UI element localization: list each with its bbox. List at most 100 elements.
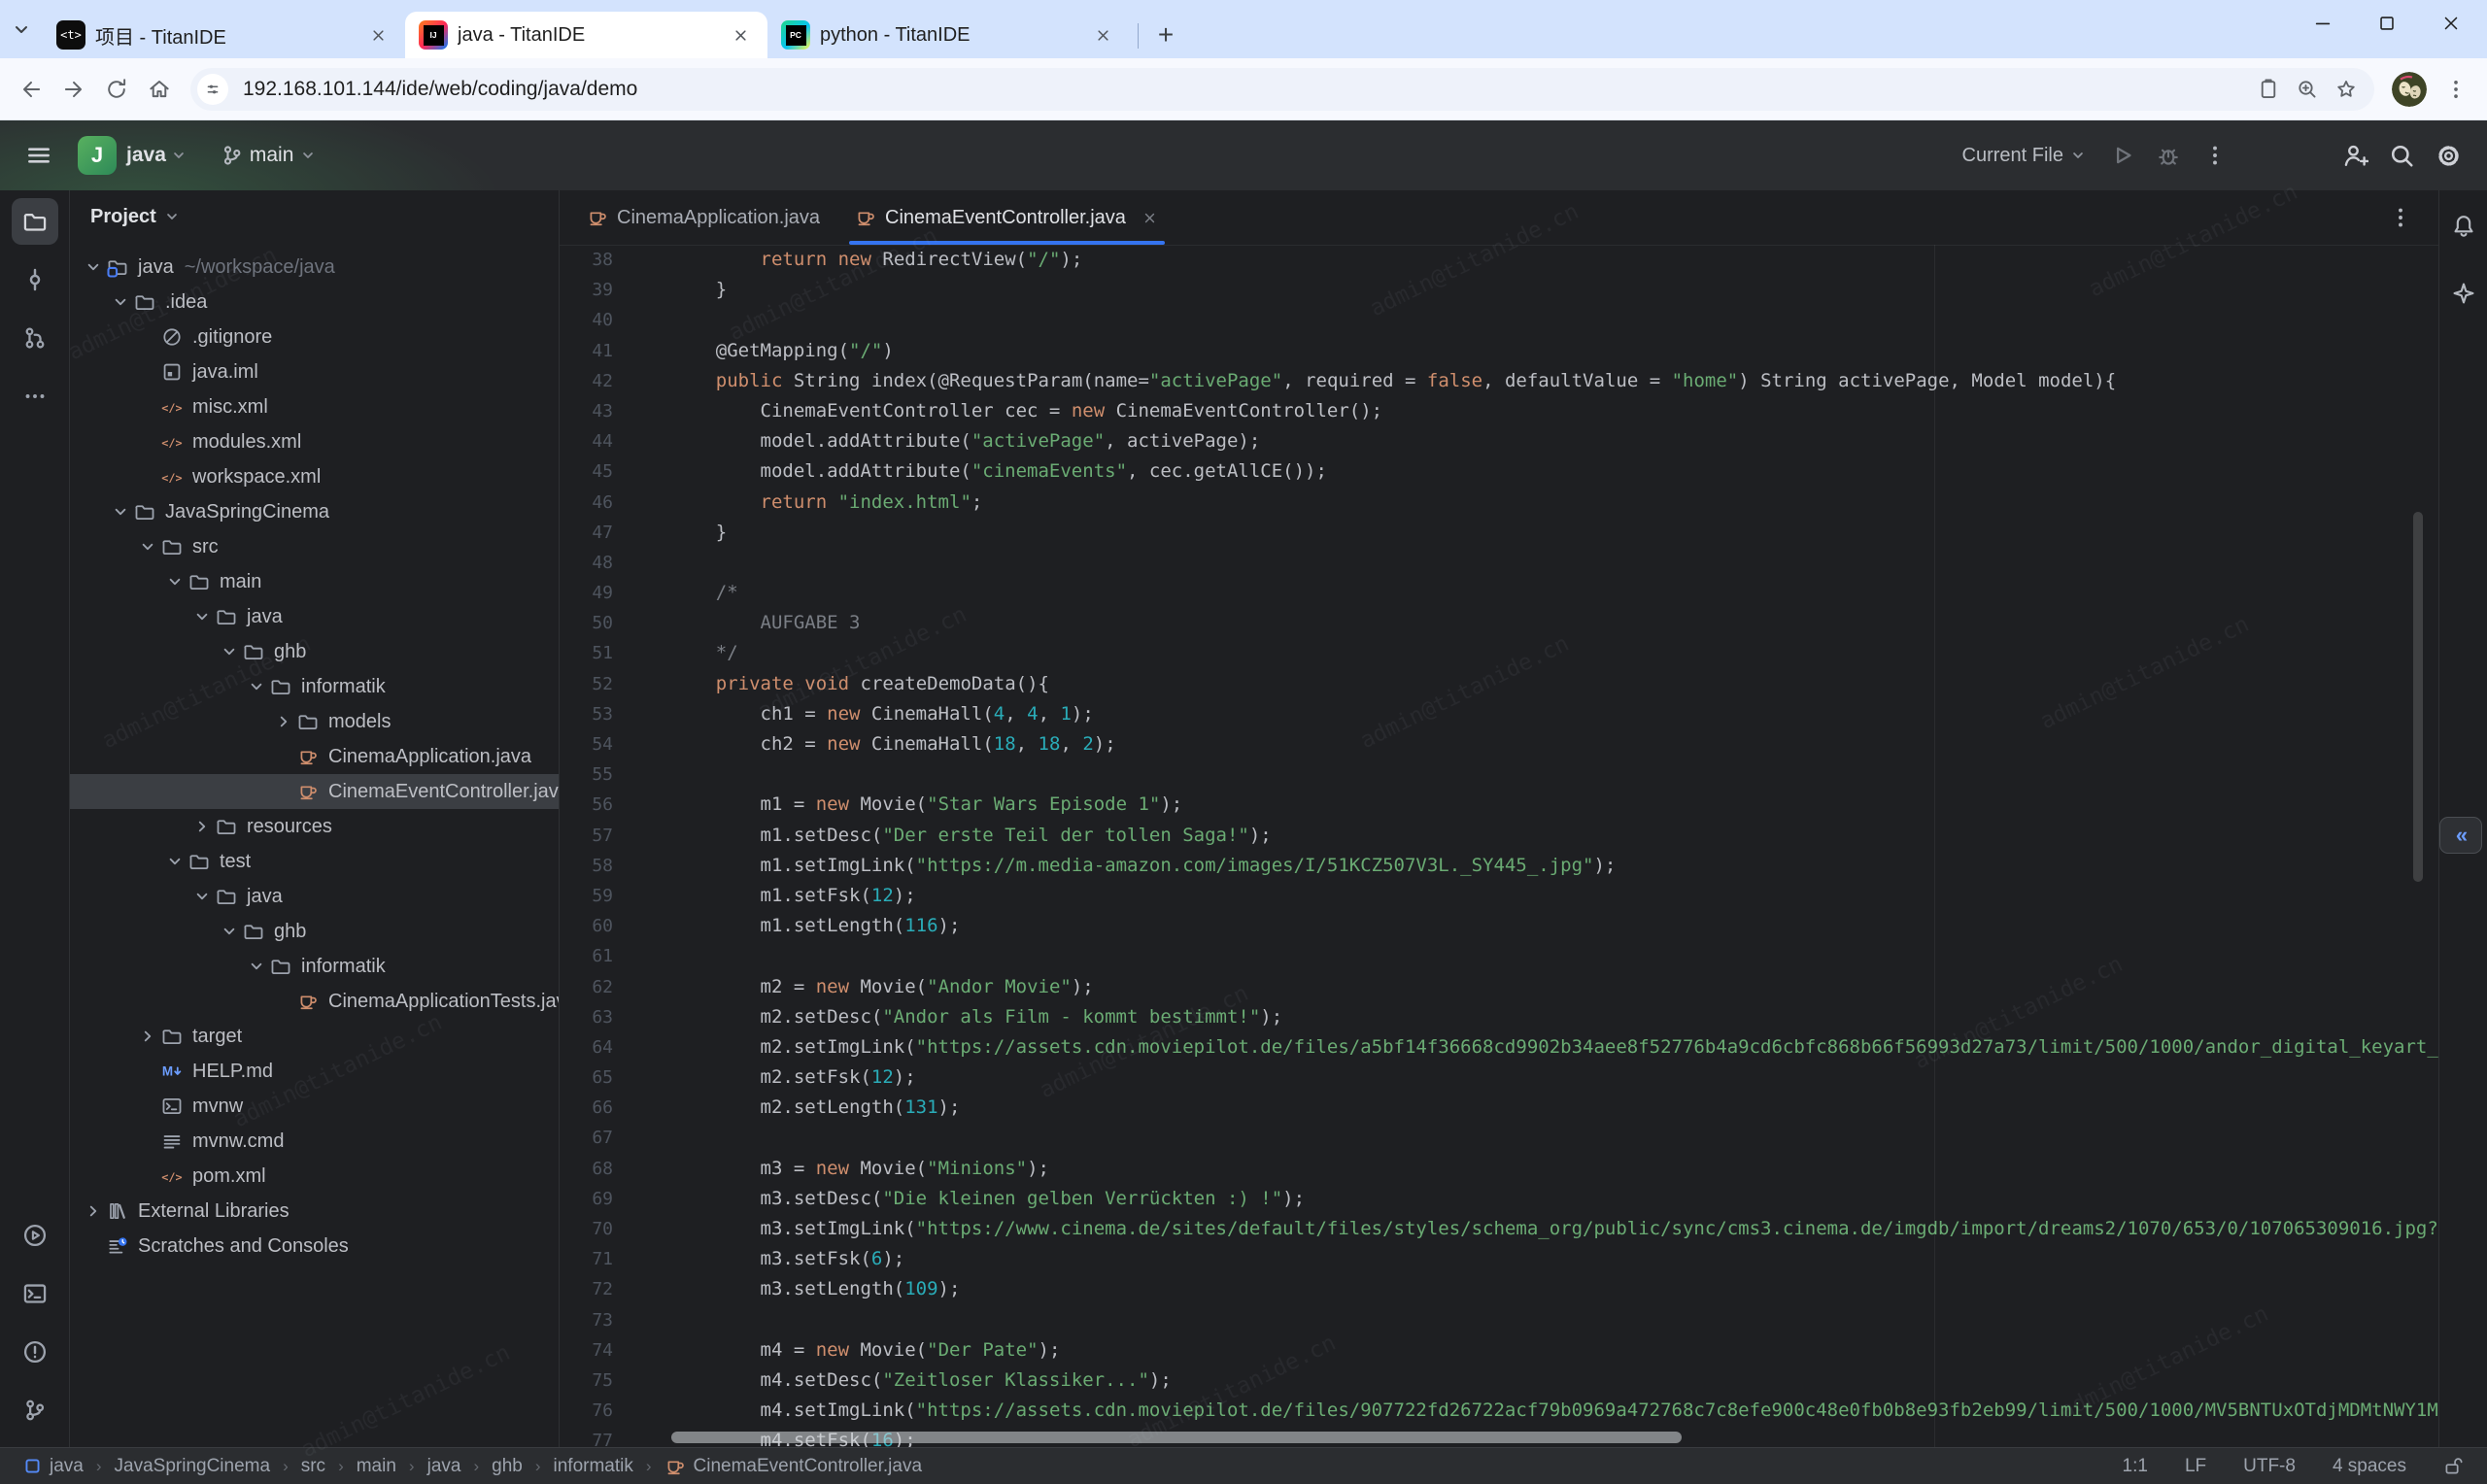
tree-item-java[interactable]: java [70, 599, 559, 634]
branch-widget[interactable]: main [221, 144, 318, 167]
window-maximize-button[interactable] [2376, 13, 2398, 34]
tree-chevron-icon[interactable] [188, 887, 215, 906]
indent-setting[interactable]: 4 spaces [2333, 1456, 2406, 1477]
tree-chevron-icon[interactable] [188, 607, 215, 626]
code-line-53[interactable]: 53 ch1 = new CinemaHall(4, 4, 1); [560, 699, 2438, 729]
code-line-63[interactable]: 63 m2.setDesc("Andor als Film - kommt be… [560, 1002, 2438, 1032]
code-line-64[interactable]: 64 m2.setImgLink("https://assets.cdn.mov… [560, 1032, 2438, 1062]
search-everywhere-icon[interactable] [2380, 134, 2423, 177]
tree-chevron-icon[interactable] [134, 1027, 160, 1046]
tree-item-modules.xml[interactable]: </>modules.xml [70, 424, 559, 459]
tree-item-java.iml[interactable]: java.iml [70, 354, 559, 389]
project-panel-title[interactable]: Project [90, 206, 156, 228]
breadcrumb-ghb[interactable]: ghb [492, 1456, 523, 1477]
code-line-55[interactable]: 55 [560, 759, 2438, 790]
services-tool-icon[interactable] [12, 1212, 58, 1259]
code-area[interactable]: 38 return new RedirectView("/");39 }4041… [560, 245, 2438, 1447]
unlocked-padlock-icon[interactable] [2443, 1456, 2464, 1476]
code-line-38[interactable]: 38 return new RedirectView("/"); [560, 245, 2438, 275]
tree-item-target[interactable]: target [70, 1019, 559, 1054]
breadcrumb-cinemaeventcontroller.java[interactable]: CinemaEventController.java [664, 1456, 923, 1477]
code-line-61[interactable]: 61 [560, 941, 2438, 971]
tree-item-java[interactable]: java~/workspace/java [70, 250, 559, 285]
breadcrumb-java[interactable]: java [427, 1456, 461, 1477]
window-close-button[interactable] [2440, 13, 2462, 34]
tree-chevron-icon[interactable] [243, 957, 269, 976]
tree-chevron-icon[interactable] [243, 677, 269, 696]
branch-name[interactable]: main [250, 144, 294, 167]
browser-menu-kebab-icon[interactable] [2435, 68, 2477, 111]
code-line-68[interactable]: 68 m3 = new Movie("Minions"); [560, 1154, 2438, 1184]
code-line-70[interactable]: 70 m3.setImgLink("https://www.cinema.de/… [560, 1214, 2438, 1244]
tree-item-mvnw.cmd[interactable]: mvnw.cmd [70, 1124, 559, 1159]
project-name[interactable]: java [126, 144, 166, 167]
profile-avatar[interactable] [2392, 72, 2427, 107]
version-control-tool-icon[interactable] [12, 1387, 58, 1433]
code-line-41[interactable]: 41 @GetMapping("/") [560, 336, 2438, 366]
code-line-44[interactable]: 44 model.addAttribute("activePage", acti… [560, 426, 2438, 456]
commit-tool-icon[interactable] [12, 256, 58, 303]
tree-item-java[interactable]: java [70, 879, 559, 914]
browser-tab-3[interactable]: PCpython - TitanIDE [767, 12, 1130, 58]
debug-button[interactable] [2147, 134, 2190, 177]
browser-tab-1[interactable]: <t>项目 - TitanIDE [43, 12, 405, 58]
problems-tool-icon[interactable] [12, 1329, 58, 1375]
bookmark-star-icon[interactable] [2334, 77, 2359, 102]
horizontal-scrollbar[interactable] [671, 1432, 1682, 1443]
breadcrumb-src[interactable]: src [301, 1456, 325, 1477]
breadcrumb-informatik[interactable]: informatik [554, 1456, 633, 1477]
code-line-52[interactable]: 52 private void createDemoData(){ [560, 669, 2438, 699]
code-line-51[interactable]: 51 */ [560, 638, 2438, 668]
tree-item-main[interactable]: main [70, 564, 559, 599]
pull-requests-tool-icon[interactable] [12, 315, 58, 361]
code-line-57[interactable]: 57 m1.setDesc("Der erste Teil der tollen… [560, 821, 2438, 851]
tree-item-ghb[interactable]: ghb [70, 914, 559, 949]
code-line-43[interactable]: 43 CinemaEventController cec = new Cinem… [560, 396, 2438, 426]
code-line-39[interactable]: 39 } [560, 275, 2438, 305]
tree-item-informatik[interactable]: informatik [70, 949, 559, 984]
breadcrumb-main[interactable]: main [357, 1456, 396, 1477]
editor-tab-options-kebab-icon[interactable] [2388, 205, 2413, 230]
code-line-72[interactable]: 72 m3.setLength(109); [560, 1274, 2438, 1304]
site-settings-icon[interactable] [197, 74, 228, 105]
tree-item-ghb[interactable]: ghb [70, 634, 559, 669]
breadcrumb-java[interactable]: java [23, 1456, 84, 1477]
code-line-56[interactable]: 56 m1 = new Movie("Star Wars Episode 1")… [560, 790, 2438, 820]
editor-tab-2[interactable]: CinemaEventController.java [837, 190, 1176, 245]
tab-close-icon[interactable] [1089, 21, 1116, 49]
code-line-50[interactable]: 50 AUFGABE 3 [560, 608, 2438, 638]
home-icon[interactable] [138, 68, 181, 111]
code-line-65[interactable]: 65 m2.setFsk(12); [560, 1062, 2438, 1093]
new-tab-button[interactable]: + [1146, 16, 1185, 54]
code-line-42[interactable]: 42 public String index(@RequestParam(nam… [560, 366, 2438, 396]
terminal-tool-icon[interactable] [12, 1270, 58, 1317]
tree-item-informatik[interactable]: informatik [70, 669, 559, 704]
window-minimize-button[interactable] [2312, 13, 2334, 34]
code-line-67[interactable]: 67 [560, 1123, 2438, 1153]
code-line-66[interactable]: 66 m2.setLength(131); [560, 1093, 2438, 1123]
tree-chevron-icon[interactable] [216, 642, 242, 661]
ai-assistant-icon[interactable] [2440, 270, 2487, 317]
tree-item-misc.xml[interactable]: </>misc.xml [70, 389, 559, 424]
tree-item-external-libraries[interactable]: External Libraries [70, 1194, 559, 1229]
back-icon[interactable] [10, 68, 52, 111]
tree-item-resources[interactable]: resources [70, 809, 559, 844]
tab-close-icon[interactable] [364, 21, 392, 49]
more-actions-kebab-icon[interactable] [2194, 134, 2236, 177]
tree-item-pom.xml[interactable]: </>pom.xml [70, 1159, 559, 1194]
code-line-59[interactable]: 59 m1.setFsk(12); [560, 881, 2438, 911]
zoom-icon[interactable] [2295, 77, 2320, 102]
more-tools-icon[interactable] [12, 373, 58, 420]
code-line-45[interactable]: 45 model.addAttribute("cinemaEvents", ce… [560, 456, 2438, 487]
address-bar[interactable]: 192.168.101.144/ide/web/coding/java/demo [190, 68, 2374, 111]
code-line-60[interactable]: 60 m1.setLength(116); [560, 911, 2438, 941]
tree-item-mvnw[interactable]: mvnw [70, 1089, 559, 1124]
browser-tab-2[interactable]: IJjava - TitanIDE [405, 12, 767, 58]
tree-item-scratches-and-consoles[interactable]: Scratches and Consoles [70, 1229, 559, 1264]
code-line-71[interactable]: 71 m3.setFsk(6); [560, 1244, 2438, 1274]
caret-position[interactable]: 1:1 [2123, 1456, 2148, 1477]
forward-icon[interactable] [52, 68, 95, 111]
tree-item-.idea[interactable]: .idea [70, 285, 559, 320]
code-line-47[interactable]: 47 } [560, 518, 2438, 548]
tree-item-src[interactable]: src [70, 529, 559, 564]
